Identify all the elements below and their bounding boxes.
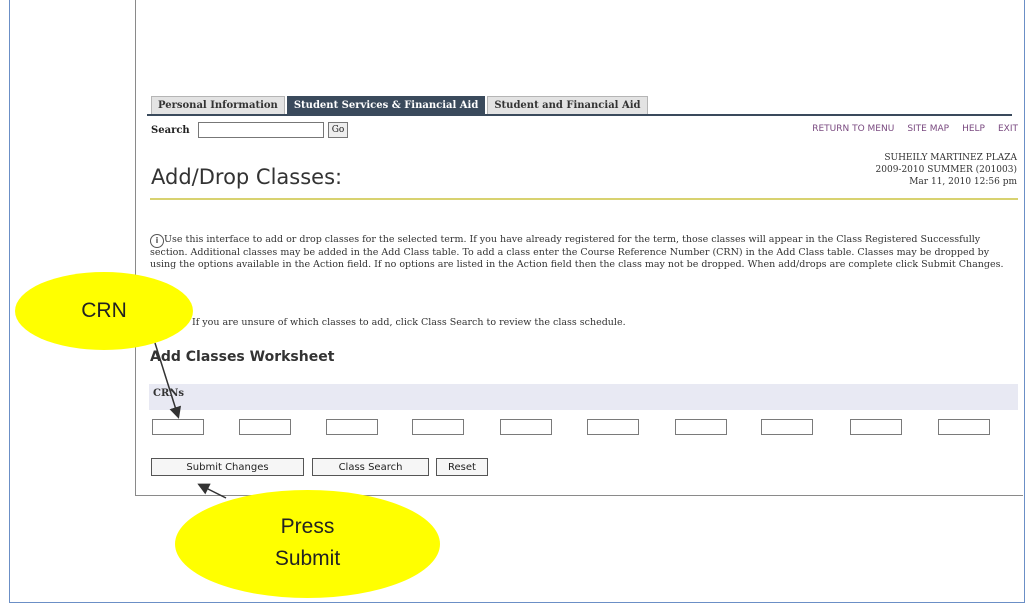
- exit-link[interactable]: EXIT: [998, 124, 1018, 134]
- tab-student-and-financial-aid[interactable]: Student and Financial Aid: [487, 96, 648, 115]
- crns-header-bar: [149, 384, 1018, 410]
- crn-input-9[interactable]: [850, 419, 902, 435]
- crn-input-10[interactable]: [938, 419, 990, 435]
- page-title: Add/Drop Classes:: [151, 165, 343, 189]
- datetime-label: Mar 11, 2010 12:56 pm: [909, 177, 1017, 187]
- crn-input-3[interactable]: [326, 419, 378, 435]
- crn-input-7[interactable]: [675, 419, 727, 435]
- tab-bar: Personal Information Student Services & …: [151, 96, 650, 115]
- reset-button[interactable]: Reset: [436, 458, 488, 476]
- press-submit-line1: Press: [280, 515, 335, 538]
- press-submit-line2: Submit: [274, 547, 341, 570]
- crn-input-5[interactable]: [500, 419, 552, 435]
- user-info: SUHEILY MARTINEZ PLAZA 2009-2010 SUMMER …: [876, 152, 1017, 188]
- term-label: 2009-2010 SUMMER (201003): [875, 165, 1017, 175]
- crn-input-2[interactable]: [239, 419, 291, 435]
- user-name: SUHEILY MARTINEZ PLAZA: [884, 153, 1017, 163]
- instructions-text: Use this interface to add or drop classe…: [150, 234, 1004, 270]
- search-input[interactable]: [197, 122, 324, 138]
- tab-personal-information[interactable]: Personal Information: [151, 96, 285, 115]
- tab-underline: [147, 114, 1012, 116]
- site-map-link[interactable]: SITE MAP: [907, 124, 949, 134]
- class-search-button[interactable]: Class Search: [312, 458, 429, 476]
- crn-input-8[interactable]: [761, 419, 813, 435]
- top-links: RETURN TO MENU SITE MAP HELP EXIT: [799, 124, 1018, 134]
- header-divider: [150, 198, 1018, 200]
- crn-input-6[interactable]: [587, 419, 639, 435]
- search-label: Search: [151, 124, 190, 136]
- search-row: Search Go: [151, 121, 349, 139]
- worksheet-title: Add Classes Worksheet: [150, 349, 335, 365]
- tab-student-services-financial-aid[interactable]: Student Services & Financial Aid: [286, 96, 486, 115]
- submit-changes-button[interactable]: Submit Changes: [151, 458, 304, 476]
- class-search-hint: If you are unsure of which classes to ad…: [192, 317, 626, 328]
- crn-callout: CRN: [15, 272, 193, 350]
- help-link[interactable]: HELP: [962, 124, 985, 134]
- crn-input-4[interactable]: [412, 419, 464, 435]
- press-submit-callout: Press Submit: [175, 490, 440, 598]
- go-button[interactable]: Go: [327, 122, 349, 138]
- crns-label: CRNs: [153, 388, 185, 399]
- return-to-menu-link[interactable]: RETURN TO MENU: [812, 124, 894, 134]
- crn-input-1[interactable]: [152, 419, 204, 435]
